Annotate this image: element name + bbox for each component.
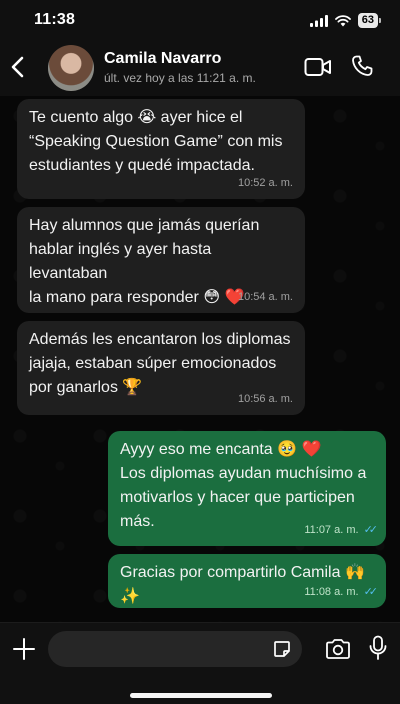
message-bubble-incoming[interactable]: Hay alumnos que jamás querían hablar ing… xyxy=(17,207,305,313)
avatar[interactable] xyxy=(48,45,94,91)
message-meta: 10:56 a. m. xyxy=(238,387,293,411)
message-time: 11:08 a. m. xyxy=(304,586,359,598)
status-time: 11:38 xyxy=(34,11,76,28)
battery-indicator: 63 xyxy=(357,13,382,28)
plus-icon[interactable] xyxy=(12,637,36,661)
camera-icon[interactable] xyxy=(325,638,351,660)
message-time: 10:52 a. m. xyxy=(237,177,293,189)
status-bar: 11:38 63 xyxy=(0,0,400,40)
signal-icon xyxy=(309,14,328,27)
message-text: Te cuento algo 😭 ayer hice el “Speaking … xyxy=(29,109,283,174)
message-bubble-outgoing[interactable]: Ayyy eso me encanta 🥹 ❤️ Los diplomas ay… xyxy=(108,431,386,546)
read-receipt-icon: ✓✓ xyxy=(363,586,379,598)
chat-area[interactable]: Te cuento algo 😭 ayer hice el “Speaking … xyxy=(0,96,400,622)
home-indicator[interactable] xyxy=(130,693,272,698)
message-meta: 10:52 a. m. xyxy=(238,171,293,195)
microphone-icon[interactable] xyxy=(369,635,387,661)
message-bubble-outgoing[interactable]: Gracias por compartirlo Camila 🙌✨ 11:08 … xyxy=(108,554,386,608)
message-bubble-incoming[interactable]: Además les encantaron los diplomas jajaj… xyxy=(17,321,305,415)
message-bubble-incoming[interactable]: Te cuento algo 😭 ayer hice el “Speaking … xyxy=(17,99,305,199)
sticker-icon[interactable] xyxy=(272,639,292,659)
chat-header: Camila Navarro últ. vez hoy a las 11:21 … xyxy=(0,40,400,96)
contact-name[interactable]: Camila Navarro xyxy=(104,50,221,68)
message-time: 10:56 a. m. xyxy=(237,393,293,405)
read-receipt-icon: ✓✓ xyxy=(363,524,379,536)
last-seen: últ. vez hoy a las 11:21 a. m. xyxy=(104,71,256,85)
message-meta: 10:54 a. m. xyxy=(238,285,293,309)
message-meta: 11:07 a. m. ✓✓ xyxy=(304,518,379,542)
message-time: 10:54 a. m. xyxy=(237,291,293,303)
wifi-icon xyxy=(334,14,351,26)
phone-icon[interactable] xyxy=(350,54,374,78)
back-chevron-icon[interactable] xyxy=(8,52,28,82)
message-time: 11:07 a. m. xyxy=(304,524,359,536)
message-input[interactable] xyxy=(48,631,302,667)
message-meta: 11:08 a. m. ✓✓ xyxy=(304,580,379,604)
video-call-icon[interactable] xyxy=(304,56,332,78)
message-input-bar xyxy=(0,622,400,704)
status-icons: 63 xyxy=(309,13,382,28)
